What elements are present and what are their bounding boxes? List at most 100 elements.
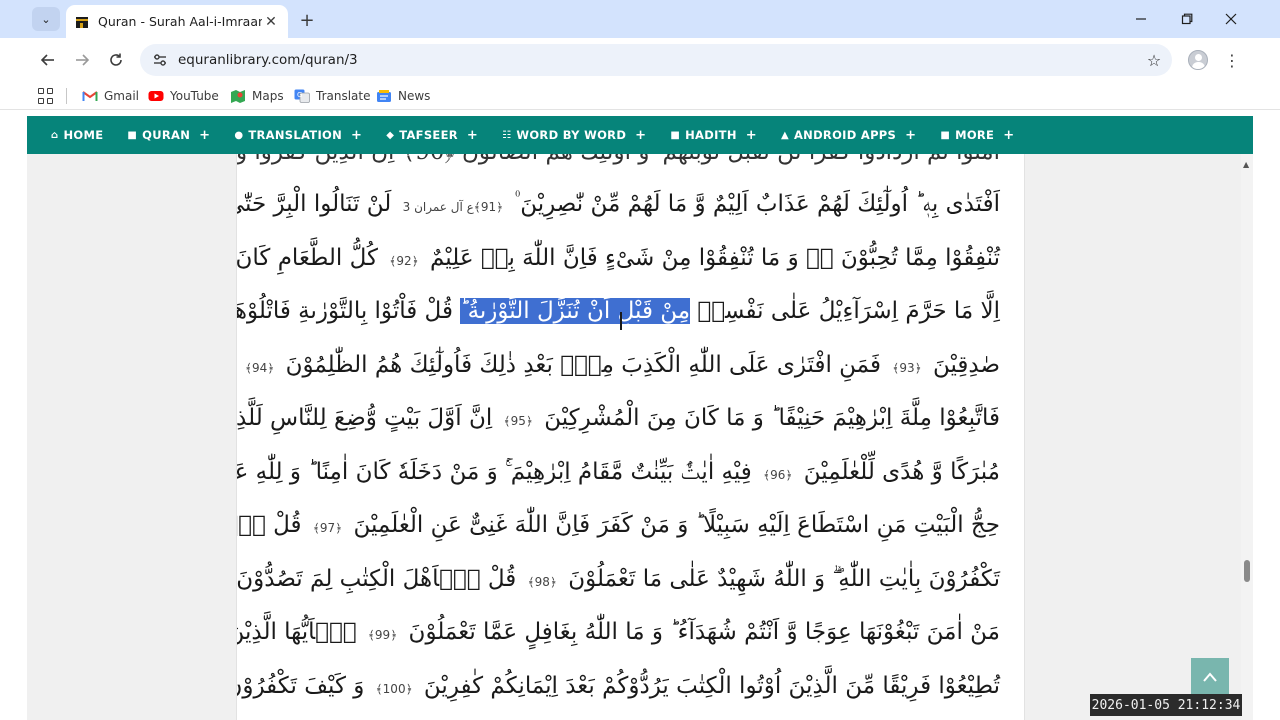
chevron-down-icon: ⌄ [41, 12, 51, 26]
ayah-text: لَنْ تَنَالُوا الْبِرَّ حَتّٰى [236, 191, 392, 217]
verse-number[interactable]: ﴿100﴾ [372, 669, 417, 709]
arrow-right-icon [76, 54, 90, 66]
plus-icon[interactable]: + [905, 128, 916, 143]
verse-number[interactable]: ﴿96﴾ [759, 455, 796, 495]
nav-item-more[interactable]: ■ MORE + [928, 116, 1026, 154]
translate-icon: G [294, 89, 310, 103]
bookmark-label: Translate [316, 89, 371, 103]
plus-icon[interactable]: + [199, 128, 210, 143]
tab-search-button[interactable]: ⌄ [32, 7, 60, 31]
timestamp-overlay: 2026-01-05 21:12:34 [1090, 694, 1242, 716]
quran-line: صٰدِقِیْنَ ﴿93﴾ فَمَنِ افْتَرٰى عَلَى ال… [245, 345, 1000, 388]
minimize-button[interactable] [1118, 6, 1164, 32]
minimize-icon [1136, 18, 1146, 20]
nav-item-quran[interactable]: ■ QURAN + [115, 116, 222, 154]
quran-line-partial: اٰمَنُوْا ثُمَّ ازْدَادُوْا كُفْرًا لَّن… [237, 154, 1000, 172]
verse-number[interactable]: ﴿91﴾ع آل عمران 3 [399, 187, 508, 227]
nav-item-label: MORE [955, 128, 995, 142]
nav-item-label: TAFSEER [399, 128, 458, 142]
quran-line: اِلَّا مَا حَرَّمَ اِسْرَآءِیْلُ عَلٰى ن… [237, 291, 1000, 331]
bookmark-star-icon[interactable]: ☆ [1136, 46, 1172, 74]
quran-line: تَكْفُرُوْنَ بِاٰیٰتِ اللّٰهِ ۖۗ وَ اللّ… [237, 559, 1000, 602]
bookmark-news[interactable]: News [376, 87, 430, 105]
plus-icon[interactable]: + [351, 128, 362, 143]
nav-item-word-by-word[interactable]: ☷ WORD BY WORD + [490, 116, 658, 154]
news-icon [377, 90, 391, 102]
quran-text-panel: اٰمَنُوْا ثُمَّ ازْدَادُوْا كُفْرًا لَّن… [236, 154, 1025, 720]
youtube-icon [148, 91, 164, 101]
verse-number[interactable]: ﴿99﴾ [364, 615, 401, 655]
quran-line: اَفْتَدٰى بِهٖ ؕ اُولٰٓئِكَ لَهُمْ عَذَا… [237, 184, 1000, 227]
quran-line: تُطِیْعُوْا فَرِیْقًا مِّنَ الَّذِیْنَ ا… [237, 666, 1000, 709]
plus-icon[interactable]: + [635, 128, 646, 143]
ayah-text: تُنْفِقُوْا مِمَّا تُحِبُّوْنَ ؕ۬ وَ مَا… [429, 244, 1000, 271]
back-to-top-button[interactable] [1191, 658, 1229, 696]
arrow-left-icon [40, 54, 54, 66]
tab-title: Quran - Surah Aal-i-Imraan 3 [98, 14, 262, 29]
bookmark-translate[interactable]: G Translate [294, 87, 371, 105]
bookmark-youtube[interactable]: YouTube [148, 87, 219, 105]
diamond-icon: ◆ [386, 129, 395, 141]
ayah-text: حِجُّ الْبَیْتِ مَنِ اسْتَطَاعَ اِلَیْهِ… [353, 512, 1000, 538]
new-tab-button[interactable]: + [296, 9, 318, 31]
quran-line: مَنْ اٰمَنَ تَبْغُوْنَهَا عِوَجًا وَّ اَ… [237, 612, 1000, 655]
plus-icon[interactable]: + [1003, 128, 1014, 143]
bookmark-label: Gmail [104, 89, 140, 103]
verse-number[interactable]: ﴿93﴾ [888, 348, 925, 388]
tab-close-icon[interactable]: ✕ [262, 13, 280, 31]
reload-icon [110, 53, 122, 66]
bookmarks-separator [66, 88, 67, 104]
selected-text: مِنْ قَبْلِ اَنْ تُنَزَّلَ التَّوْرٰىةُ … [460, 298, 691, 324]
nav-item-translation[interactable]: ● TRANSLATION + [222, 116, 374, 154]
profile-avatar[interactable] [1188, 50, 1208, 70]
browser-menu-icon[interactable]: ⋮ [1222, 48, 1242, 72]
nav-item-label: WORD BY WORD [516, 128, 627, 142]
sitemap-icon: ☷ [502, 129, 512, 141]
ayah-text: فِیْهِ اٰیٰتٌۢ بَیِّنٰتٌ مَّقَامُ اِبْرٰ… [237, 458, 752, 485]
bookmarks-bar: Gmail YouTube Maps G Translate News [0, 82, 1280, 110]
verse-number[interactable]: ﴿97﴾ [309, 508, 346, 548]
scroll-up-icon[interactable]: ▲ [1243, 160, 1249, 169]
book-icon: ■ [127, 129, 138, 141]
quran-line: فَاتَّبِعُوْا مِلَّةَ اِبْرٰهِیْمَ حَنِی… [237, 398, 1000, 441]
verse-number[interactable]: ﴿95﴾ [500, 401, 537, 441]
apps-grid-icon[interactable] [38, 88, 54, 104]
ayah-text: مُبٰرَكًا وَّ هُدًى لِّلْعٰلَمِیْنَ [803, 458, 1000, 485]
book-icon: ■ [670, 129, 681, 141]
nav-item-android-apps[interactable]: ▲ ANDROID APPS + [769, 116, 928, 154]
ayah-text: فَاتَّبِعُوْا مِلَّةَ اِبْرٰهِیْمَ حَنِی… [544, 405, 1000, 431]
plus-icon[interactable]: + [467, 128, 478, 143]
scrollbar-thumb[interactable] [1244, 560, 1250, 582]
address-bar[interactable]: equranlibrary.com/quran/3 ☆ [140, 44, 1172, 76]
chevron-up-icon [1203, 672, 1217, 682]
restore-button[interactable] [1164, 6, 1210, 32]
close-window-button[interactable] [1208, 6, 1254, 32]
nav-item-tafseer[interactable]: ◆ TAFSEER + [374, 116, 490, 154]
browser-tab-active[interactable]: Quran - Surah Aal-i-Imraan 3 ✕ [66, 5, 288, 38]
verse-number[interactable]: ﴿98﴾ [524, 562, 561, 602]
ayah-text: قُلْ یٰۤاَهْلَ الْكِتٰبِ لِمَ تَصُدُّوْن… [236, 565, 517, 592]
verse-number[interactable]: ﴿94﴾ [241, 348, 278, 388]
url-text[interactable]: equranlibrary.com/quran/3 [178, 52, 1136, 68]
plus-icon[interactable]: + [746, 128, 757, 143]
verse-number[interactable]: ﴿92﴾ [385, 241, 422, 281]
nav-item-hadith[interactable]: ■ HADITH + [658, 116, 769, 154]
page-scrollbar[interactable]: ▲ [1241, 154, 1253, 720]
ayah-text: یٰۤاَیُّهَا الَّذِیْنَ اٰمَنُوْۤا اِنْ [237, 619, 357, 645]
ayah-text: وَ كَیْفَ تَكْفُرُوْنَ وَ اَنْتُمْ [237, 672, 365, 699]
nav-item-label: QURAN [142, 128, 191, 142]
maps-icon [231, 90, 245, 103]
bookmark-maps[interactable]: Maps [230, 87, 284, 105]
reload-button[interactable] [104, 48, 128, 72]
nav-item-home[interactable]: ⌂ HOME [39, 116, 115, 154]
ayah-text: اَفْتَدٰى بِهٖ ؕ اُولٰٓئِكَ لَهُمْ عَذَا… [514, 191, 1000, 217]
site-info-icon[interactable] [152, 52, 168, 68]
ayah-text: تُطِیْعُوْا فَرِیْقًا مِّنَ الَّذِیْنَ ا… [423, 672, 1000, 699]
back-button[interactable] [36, 48, 60, 72]
nav-item-label: HOME [63, 128, 104, 142]
forward-button[interactable] [70, 48, 94, 72]
bookmark-gmail[interactable]: Gmail [82, 87, 139, 105]
globe-icon: ● [234, 129, 244, 141]
restore-icon [1181, 13, 1193, 25]
ayah-text: صٰدِقِیْنَ [932, 351, 1000, 378]
